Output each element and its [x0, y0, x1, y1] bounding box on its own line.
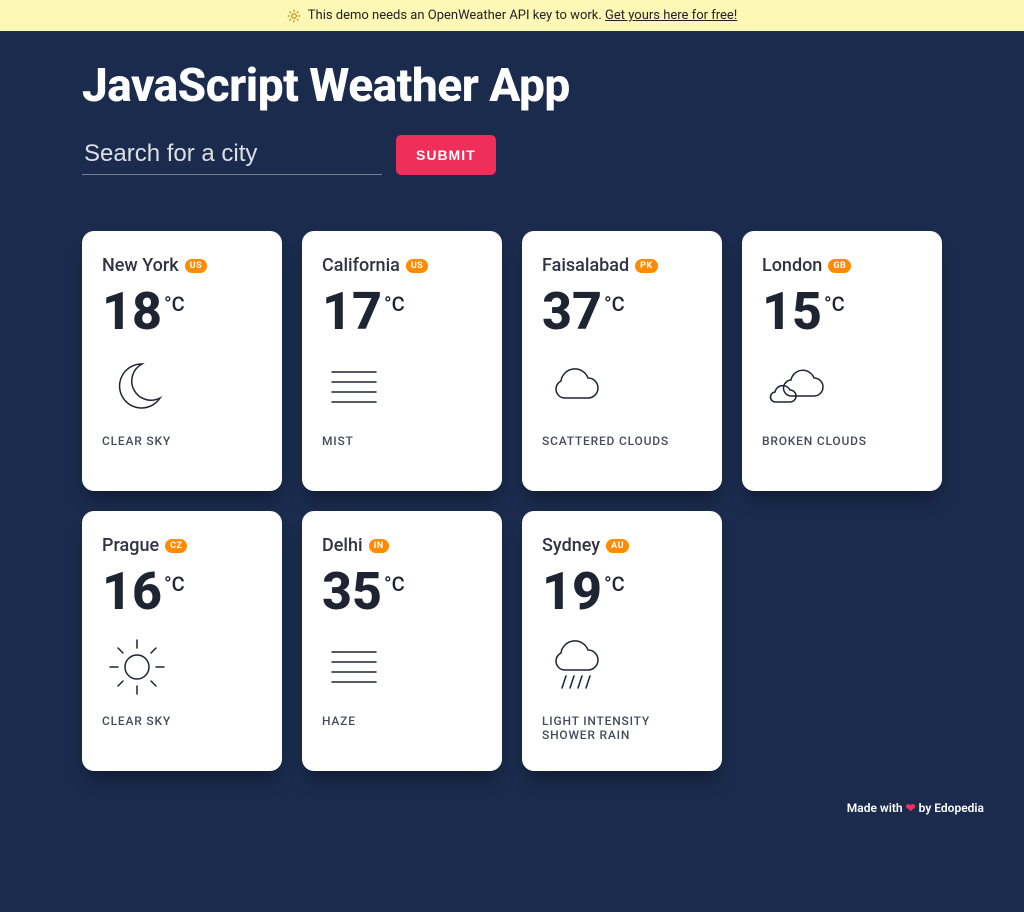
search-input[interactable] — [82, 136, 382, 175]
city-name: New York — [102, 255, 179, 276]
country-badge: GB — [828, 259, 851, 273]
weather-card: New York US 18 °C CLEAR SKY — [82, 231, 282, 491]
city-name: Delhi — [322, 535, 363, 556]
rain-icon — [542, 632, 612, 702]
mist-icon — [322, 352, 392, 422]
cloud-icon — [542, 352, 612, 422]
temperature-value: 37 — [542, 286, 602, 338]
weather-description: SCATTERED CLOUDS — [542, 434, 702, 448]
sun-icon — [102, 632, 172, 702]
page-title: JavaScript Weather App — [82, 59, 942, 113]
country-badge: PK — [635, 259, 658, 273]
heart-icon: ❤ — [906, 801, 916, 815]
footer: Made with ❤ by Edopedia — [0, 771, 1024, 815]
api-key-banner: This demo needs an OpenWeather API key t… — [0, 0, 1024, 31]
temperature-unit: °C — [604, 292, 625, 316]
weather-description: CLEAR SKY — [102, 434, 262, 448]
weather-icon-box — [102, 632, 262, 702]
weather-icon-box — [102, 352, 262, 422]
country-badge: US — [406, 259, 428, 273]
weather-icon-box — [322, 632, 482, 702]
temperature-value: 16 — [102, 566, 162, 618]
weather-card: Prague CZ 16 °C CLEAR SKY — [82, 511, 282, 771]
temperature-unit: °C — [824, 292, 845, 316]
weather-description: HAZE — [322, 714, 482, 728]
temperature-unit: °C — [604, 572, 625, 596]
weather-icon-box — [762, 352, 922, 422]
temperature-value: 18 — [102, 286, 162, 338]
weather-card: California US 17 °C MIST — [302, 231, 502, 491]
country-badge: CZ — [165, 539, 187, 553]
weather-description: LIGHT INTENSITY SHOWER RAIN — [542, 714, 702, 742]
weather-card: Sydney AU 19 °C LIGHT INTENSITY SHOWER R… — [522, 511, 722, 771]
weather-description: BROKEN CLOUDS — [762, 434, 922, 448]
weather-description: CLEAR SKY — [102, 714, 262, 728]
country-badge: IN — [369, 539, 389, 553]
footer-prefix: Made with — [847, 801, 906, 815]
city-name: Prague — [102, 535, 159, 556]
temperature-unit: °C — [164, 572, 185, 596]
city-name: California — [322, 255, 400, 276]
mist-icon — [322, 632, 392, 702]
weather-icon-box — [322, 352, 482, 422]
city-name: Sydney — [542, 535, 600, 556]
temperature-unit: °C — [164, 292, 185, 316]
clouds-icon — [762, 352, 832, 422]
weather-description: MIST — [322, 434, 482, 448]
temperature-value: 19 — [542, 566, 602, 618]
temperature-value: 17 — [322, 286, 382, 338]
temperature-value: 35 — [322, 566, 382, 618]
weather-icon-box — [542, 352, 702, 422]
submit-button[interactable]: SUBMIT — [396, 135, 496, 175]
temperature-unit: °C — [384, 292, 405, 316]
country-badge: AU — [606, 539, 629, 553]
temperature-value: 15 — [762, 286, 822, 338]
search-form: SUBMIT — [82, 135, 942, 175]
footer-suffix: by Edopedia — [916, 801, 984, 815]
temperature-unit: °C — [384, 572, 405, 596]
weather-card: Delhi IN 35 °C HAZE — [302, 511, 502, 771]
banner-link[interactable]: Get yours here for free! — [605, 8, 737, 23]
country-badge: US — [185, 259, 207, 273]
city-name: London — [762, 255, 822, 276]
sun-loading-icon — [287, 9, 301, 23]
banner-text: This demo needs an OpenWeather API key t… — [308, 8, 605, 23]
weather-card: London GB 15 °C BROKEN CLOUDS — [742, 231, 942, 491]
city-name: Faisalabad — [542, 255, 629, 276]
weather-grid: New York US 18 °C CLEAR SKY California U… — [82, 231, 942, 771]
moon-icon — [102, 352, 172, 422]
weather-card: Faisalabad PK 37 °C SCATTERED CLOUDS — [522, 231, 722, 491]
weather-icon-box — [542, 632, 702, 702]
